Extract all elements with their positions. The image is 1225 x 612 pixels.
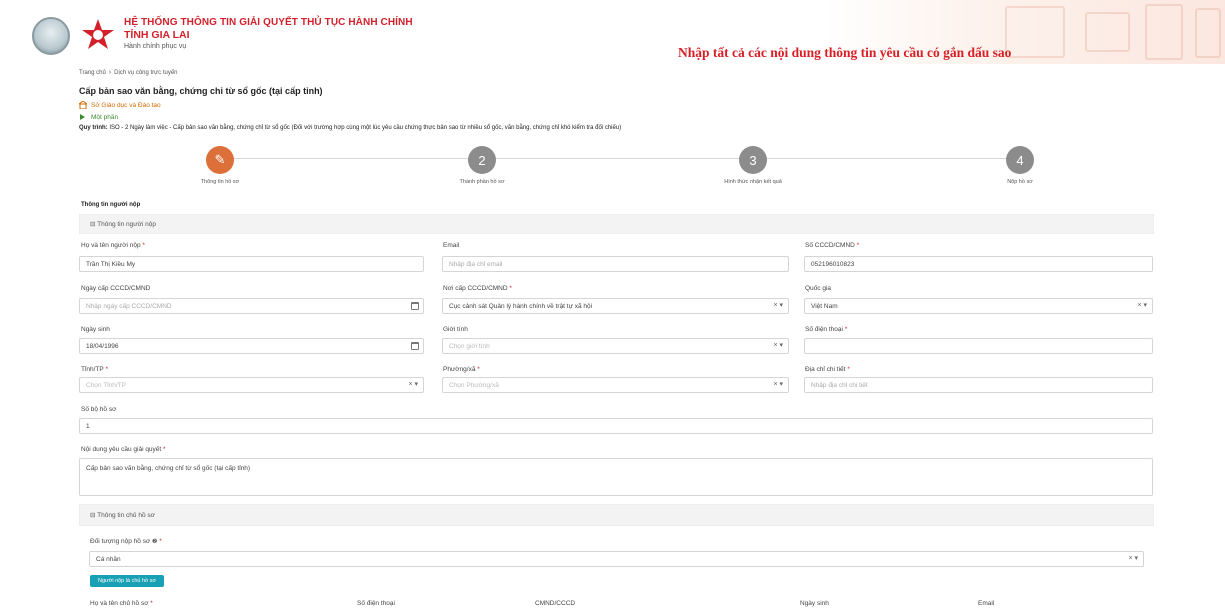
building-icon (79, 101, 87, 109)
request-textarea[interactable]: Cấp bản sao văn bằng, chứng chỉ từ sổ gố… (79, 458, 1153, 496)
step-2-circle: 2 (468, 146, 496, 174)
province-seal-logo (32, 17, 70, 55)
arrow-right-icon (80, 114, 85, 120)
country-label: Quốc gia (805, 285, 832, 292)
applicant-id-label: Số CCCD/CMND * (805, 242, 860, 249)
same-as-applicant-button[interactable]: Người nộp là chủ hồ sơ (90, 575, 164, 587)
breadcrumb: Trang chủ › Dịch vụ công trực tuyến (79, 69, 178, 76)
applicant-email-input[interactable]: Nhập địa chỉ email (442, 256, 789, 272)
owner-phone-label: Số điện thoại (357, 600, 395, 607)
step-4[interactable]: 4 Nộp hồ sơ (960, 146, 1080, 185)
phone-label: Số điện thoại * (805, 326, 848, 333)
step-2[interactable]: 2 Thành phần hồ sơ (422, 146, 542, 185)
phone-input[interactable] (804, 338, 1153, 354)
gender-label: Giới tính (443, 326, 468, 333)
agency-text: Sở Giáo dục và Đào tạo (91, 101, 161, 109)
ward-label: Phường/xã * (443, 366, 480, 373)
request-label: Nội dung yêu cầu giải quyết * (81, 446, 166, 453)
required-notice: Nhập tất cả các nội dung thông tin yêu c… (678, 45, 1012, 60)
ward-select[interactable]: Chọn Phường/xã × ▾ (442, 377, 789, 393)
breadcrumb-home[interactable]: Trang chủ (79, 70, 106, 76)
select-clear-chevron-icon[interactable]: × ▾ (773, 380, 783, 388)
address-label: Địa chỉ chi tiết * (805, 366, 850, 373)
step-4-circle: 4 (1006, 146, 1034, 174)
process-value: ISO - 2 Ngày làm việc - Cấp bản sao văn … (107, 125, 622, 131)
country-select[interactable]: Việt Nam × ▾ (804, 298, 1153, 314)
site-header: HỆ THỐNG THÔNG TIN GIẢI QUYẾT THỦ TỤC HÀ… (0, 0, 1225, 66)
select-clear-chevron-icon[interactable]: × ▾ (773, 341, 783, 349)
dob-label: Ngày sinh (81, 326, 110, 333)
procedure-title: Cấp bản sao văn bằng, chứng chỉ từ sổ gố… (79, 86, 323, 96)
applicant-name-label: Họ và tên người nộp * (81, 242, 145, 249)
owner-section-header[interactable]: ⊟ Thông tin chủ hồ sơ (79, 504, 1154, 526)
applicant-id-input[interactable]: 052196010823 (804, 256, 1153, 272)
step-1-label: Thông tin hồ sơ (200, 179, 240, 185)
issue-date-input[interactable]: Nhập ngày cấp CCCD/CMND (79, 298, 424, 314)
owner-name-label: Họ và tên chủ hồ sơ * (90, 600, 153, 607)
owner-type-select[interactable]: Cá nhân × ▾ (89, 551, 1144, 567)
star-logo-icon (82, 19, 114, 49)
step-connector (220, 158, 1025, 159)
owner-id-label: CMND/CCCD (535, 600, 576, 607)
process-label: Quy trình: (79, 125, 108, 131)
owner-email-label: Email (978, 600, 995, 607)
brand-title: HỆ THỐNG THÔNG TIN GIẢI QUYẾT THỦ TỤC HÀ… (124, 17, 413, 28)
issue-date-label: Ngày cấp CCCD/CMND (81, 285, 151, 292)
brand: HỆ THỐNG THÔNG TIN GIẢI QUYẾT THỦ TỤC HÀ… (124, 17, 413, 50)
procedure-level: Một phần (79, 113, 118, 121)
applicant-name-input[interactable]: Trần Thị Kiều My (79, 256, 424, 272)
issue-place-label: Nơi cấp CCCD/CMND * (443, 285, 512, 292)
gender-select[interactable]: Chọn giới tính × ▾ (442, 338, 789, 354)
step-3-circle: 3 (739, 146, 767, 174)
procedure-process: Quy trình: ISO - 2 Ngày làm việc - Cấp b… (79, 125, 621, 131)
province-select[interactable]: Chọn Tỉnh/TP × ▾ (79, 377, 424, 393)
step-1[interactable]: ✎ Thông tin hồ sơ (160, 146, 280, 185)
select-clear-chevron-icon[interactable]: × ▾ (773, 301, 783, 309)
calendar-icon[interactable] (411, 342, 419, 350)
brand-province: TỈNH GIA LAI (124, 29, 190, 41)
brand-slogan: Hành chính phục vụ (124, 43, 187, 50)
address-input[interactable]: Nhập địa chỉ chi tiết (804, 377, 1153, 393)
issue-place-select[interactable]: Cục cảnh sát Quản lý hành chính về trật … (442, 298, 789, 314)
applicant-email-label: Email (443, 242, 460, 249)
step-1-circle-edit-icon: ✎ (206, 146, 234, 174)
owner-type-label: Đối tượng nộp hồ sơ ❷ * (90, 538, 162, 545)
procedure-agency: Sở Giáo dục và Đào tạo (79, 101, 161, 109)
calendar-icon[interactable] (411, 302, 419, 310)
wizard-steps: ✎ Thông tin hồ sơ 2 Thành phần hồ sơ 3 H… (0, 140, 1225, 190)
step-3-label: Hình thức nhận kết quả (724, 179, 782, 185)
applicant-section-header[interactable]: ⊟ Thông tin người nộp (79, 214, 1154, 234)
select-clear-chevron-icon[interactable]: × ▾ (1137, 301, 1147, 309)
section-title: Thông tin người nộp (81, 202, 141, 208)
level-text: Một phần (91, 113, 119, 121)
breadcrumb-separator: › (108, 69, 112, 76)
step-2-label: Thành phần hồ sơ (459, 179, 505, 185)
select-clear-chevron-icon[interactable]: × ▾ (408, 380, 418, 388)
breadcrumb-current[interactable]: Dịch vụ công trực tuyến (114, 70, 177, 76)
sets-input[interactable]: 1 (79, 418, 1153, 434)
dob-input[interactable]: 18/04/1996 (79, 338, 424, 354)
province-label: Tỉnh/TP * (81, 366, 108, 373)
step-3[interactable]: 3 Hình thức nhận kết quả (693, 146, 813, 185)
owner-dob-label: Ngày sinh (800, 600, 829, 607)
sets-label: Số bộ hồ sơ (81, 406, 117, 413)
step-4-label: Nộp hồ sơ (1007, 179, 1033, 185)
select-clear-chevron-icon[interactable]: × ▾ (1128, 554, 1138, 562)
